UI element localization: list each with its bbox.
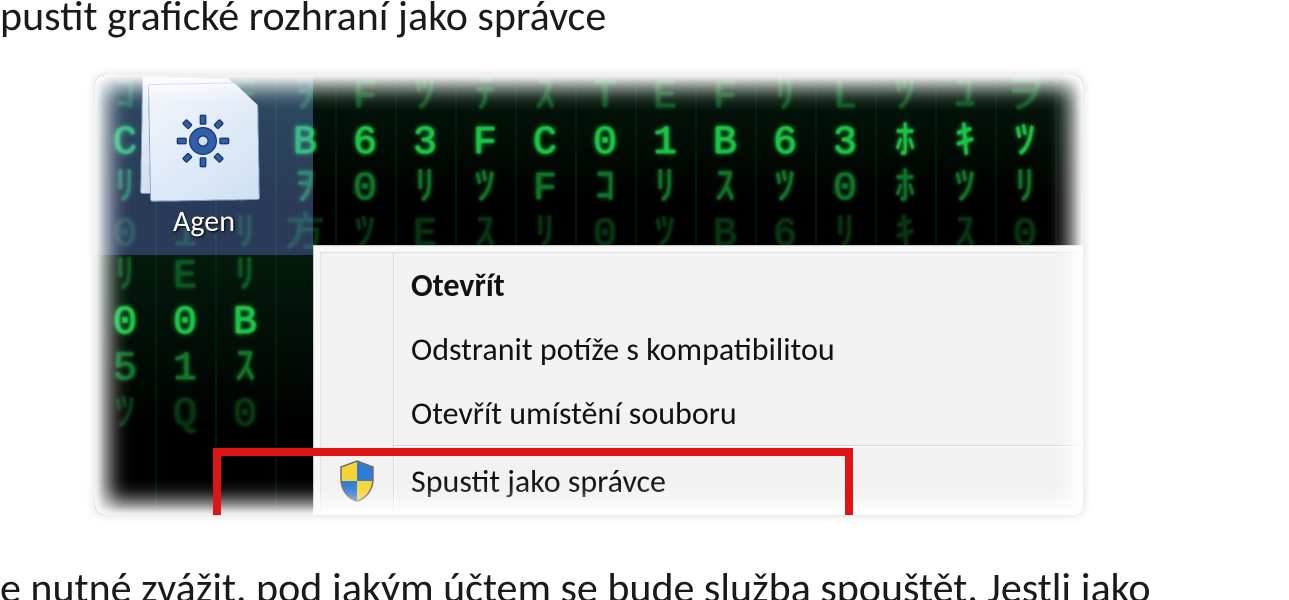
screenshot-figure: ｺCﾘ0 方ﾘｽ1 Eｺﾂﾘ ｦBｦ方 F60ﾂ ﾂ3ﾘE ﾃFﾂｽ ｽCFﾘ …: [95, 75, 1083, 515]
shortcut-document-icon: [149, 83, 259, 201]
gear-icon: [175, 113, 231, 169]
menu-item-label: Otevřít: [411, 266, 505, 305]
context-menu-item-open-file-location[interactable]: Otevřít umístění souboru: [321, 381, 1083, 445]
menu-item-label: Otevřít umístění souboru: [411, 394, 737, 433]
surrounding-paragraph-below: e nutné zvážit, pod jakým účtem se bude …: [0, 566, 1151, 600]
context-menu-item-troubleshoot-compat[interactable]: Odstranit potíže s kompatibilitou: [321, 317, 1083, 381]
desktop-wallpaper-matrix-left: ﾘ05ﾂ E01Q ﾘBｽ0: [95, 255, 313, 515]
menu-item-label: Odstranit potíže s kompatibilitou: [411, 330, 835, 369]
surrounding-paragraph-above: pustit grafické rozhraní jako správce: [0, 0, 606, 40]
context-menu-item-run-as-admin[interactable]: Spustit jako správce: [321, 449, 1083, 513]
shortcut-label: Agen: [173, 203, 235, 240]
desktop-shortcut[interactable]: Agen: [95, 75, 313, 255]
context-menu-item-open[interactable]: Otevřít: [321, 253, 1083, 317]
menu-item-label: Spustit jako správce: [411, 462, 666, 501]
uac-shield-icon: [335, 459, 379, 503]
context-menu: Otevřít Odstranit potíže s kompatibilito…: [313, 245, 1083, 515]
